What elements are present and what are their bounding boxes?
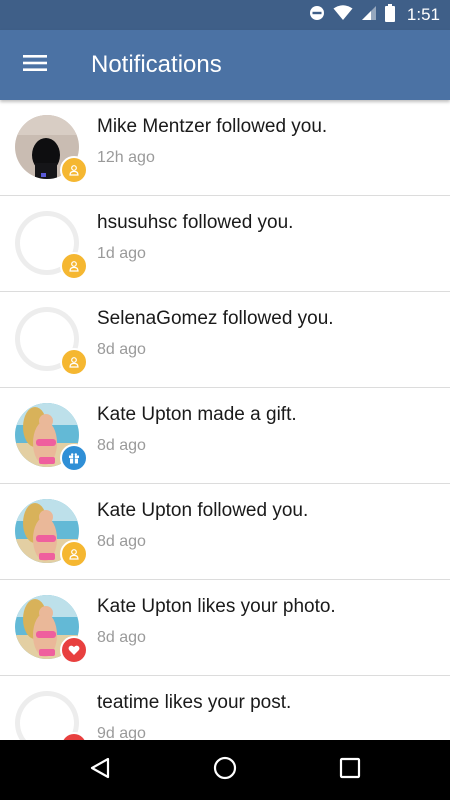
status-bar: 1:51 xyxy=(0,0,450,30)
avatar-container xyxy=(15,691,88,740)
follow-badge xyxy=(60,252,88,280)
follow-badge xyxy=(60,156,88,184)
avatar-container xyxy=(15,499,88,568)
menu-button[interactable] xyxy=(14,47,56,83)
notification-row[interactable]: teatime likes your post. 9d ago xyxy=(0,676,450,740)
person-icon xyxy=(68,353,80,372)
back-button[interactable] xyxy=(84,754,116,786)
battery-icon xyxy=(384,4,395,26)
notification-row[interactable]: Kate Upton made a gift. 8d ago xyxy=(0,388,450,484)
follow-badge xyxy=(60,540,88,568)
notification-time: 8d ago xyxy=(97,533,146,550)
avatar-container xyxy=(15,211,88,280)
notification-row[interactable]: Mike Mentzer followed you. 12h ago xyxy=(0,100,450,196)
notification-text: Kate Upton likes your photo. xyxy=(97,596,336,617)
avatar-container xyxy=(15,307,88,376)
notification-row[interactable]: Kate Upton followed you. 8d ago xyxy=(0,484,450,580)
notification-row[interactable]: hsusuhsc followed you. 1d ago xyxy=(0,196,450,292)
back-icon xyxy=(89,756,111,784)
person-icon xyxy=(68,545,80,564)
gift-icon xyxy=(68,449,80,468)
notification-list: Mike Mentzer followed you. 12h ago hsusu… xyxy=(0,100,450,740)
notification-time: 8d ago xyxy=(97,437,146,454)
notification-text: Mike Mentzer followed you. xyxy=(97,116,328,137)
person-icon xyxy=(68,161,80,180)
notification-time: 12h ago xyxy=(97,149,155,166)
home-icon xyxy=(213,756,237,784)
signal-icon xyxy=(361,5,377,25)
gift-badge xyxy=(60,444,88,472)
notification-row[interactable]: Kate Upton likes your photo. 8d ago xyxy=(0,580,450,676)
avatar-container xyxy=(15,115,88,184)
recents-icon xyxy=(339,757,361,783)
notification-time: 9d ago xyxy=(97,725,146,740)
do-not-disturb-icon xyxy=(309,5,325,25)
notification-time: 8d ago xyxy=(97,341,146,358)
recents-button[interactable] xyxy=(334,754,366,786)
status-icons: 1:51 xyxy=(301,0,440,30)
notification-text: hsusuhsc followed you. xyxy=(97,212,294,233)
person-icon xyxy=(68,257,80,276)
notification-time: 1d ago xyxy=(97,245,146,262)
notification-text: Kate Upton followed you. xyxy=(97,500,309,521)
avatar-container xyxy=(15,403,88,472)
notification-row[interactable]: SelenaGomez followed you. 8d ago xyxy=(0,292,450,388)
notification-time: 8d ago xyxy=(97,629,146,646)
home-button[interactable] xyxy=(209,754,241,786)
hamburger-menu-icon xyxy=(23,54,47,76)
notification-text: Kate Upton made a gift. xyxy=(97,404,297,425)
avatar-container xyxy=(15,595,88,664)
notification-text: SelenaGomez followed you. xyxy=(97,308,334,329)
wifi-icon xyxy=(333,5,353,25)
follow-badge xyxy=(60,348,88,376)
navigation-bar xyxy=(0,740,450,800)
like-badge xyxy=(60,636,88,664)
notification-text: teatime likes your post. xyxy=(97,692,292,713)
status-time: 1:51 xyxy=(406,5,440,24)
heart-icon xyxy=(68,641,80,660)
page-title: Notifications xyxy=(91,51,222,78)
app-bar: Notifications xyxy=(0,30,450,100)
